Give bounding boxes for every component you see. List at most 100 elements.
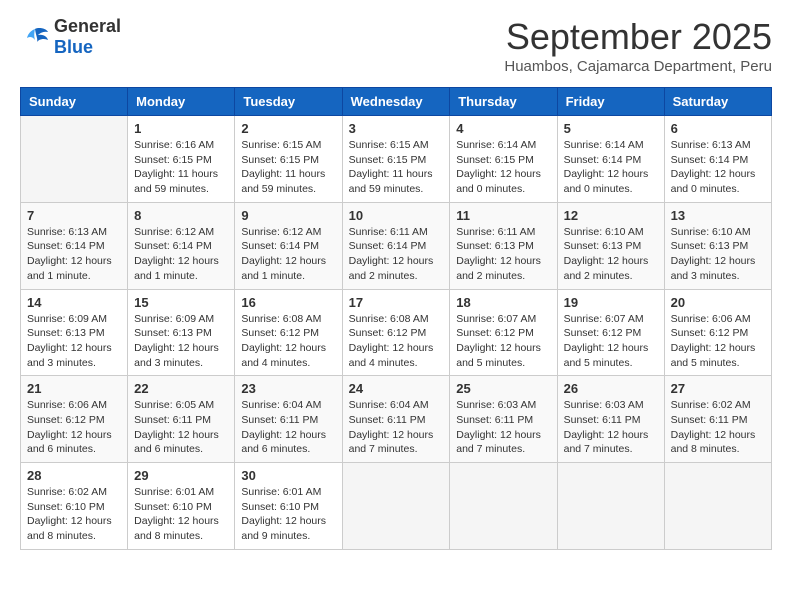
table-row: 29 Sunrise: 6:01 AMSunset: 6:10 PMDayligh…: [128, 463, 235, 550]
day-number: 14: [27, 295, 121, 310]
table-row: [450, 463, 557, 550]
day-info: Sunrise: 6:01 AMSunset: 6:10 PMDaylight:…: [241, 485, 335, 544]
table-row: 4 Sunrise: 6:14 AMSunset: 6:15 PMDaylight…: [450, 116, 557, 203]
day-number: 20: [671, 295, 765, 310]
day-info: Sunrise: 6:03 AMSunset: 6:11 PMDaylight:…: [456, 398, 550, 457]
day-number: 12: [564, 208, 658, 223]
header-tuesday: Tuesday: [235, 88, 342, 116]
day-info: Sunrise: 6:09 AMSunset: 6:13 PMDaylight:…: [27, 312, 121, 371]
day-info: Sunrise: 6:02 AMSunset: 6:11 PMDaylight:…: [671, 398, 765, 457]
day-info: Sunrise: 6:13 AMSunset: 6:14 PMDaylight:…: [671, 138, 765, 197]
day-number: 19: [564, 295, 658, 310]
logo-icon: [20, 25, 50, 49]
table-row: 5 Sunrise: 6:14 AMSunset: 6:14 PMDaylight…: [557, 116, 664, 203]
day-number: 6: [671, 121, 765, 136]
calendar-week-row: 14 Sunrise: 6:09 AMSunset: 6:13 PMDayligh…: [21, 289, 772, 376]
day-info: Sunrise: 6:15 AMSunset: 6:15 PMDaylight:…: [241, 138, 335, 197]
table-row: 3 Sunrise: 6:15 AMSunset: 6:15 PMDaylight…: [342, 116, 450, 203]
calendar-week-row: 21 Sunrise: 6:06 AMSunset: 6:12 PMDayligh…: [21, 376, 772, 463]
table-row: 28 Sunrise: 6:02 AMSunset: 6:10 PMDayligh…: [21, 463, 128, 550]
day-number: 24: [349, 381, 444, 396]
table-row: 15 Sunrise: 6:09 AMSunset: 6:13 PMDayligh…: [128, 289, 235, 376]
day-info: Sunrise: 6:12 AMSunset: 6:14 PMDaylight:…: [134, 225, 228, 284]
day-number: 9: [241, 208, 335, 223]
day-info: Sunrise: 6:04 AMSunset: 6:11 PMDaylight:…: [349, 398, 444, 457]
day-number: 1: [134, 121, 228, 136]
day-info: Sunrise: 6:05 AMSunset: 6:11 PMDaylight:…: [134, 398, 228, 457]
page-header: General Blue September 2025 Huambos, Caj…: [20, 16, 772, 75]
day-number: 2: [241, 121, 335, 136]
header-wednesday: Wednesday: [342, 88, 450, 116]
logo-text-general: General: [54, 16, 121, 36]
calendar-week-row: 1 Sunrise: 6:16 AMSunset: 6:15 PMDaylight…: [21, 116, 772, 203]
day-number: 29: [134, 468, 228, 483]
day-number: 7: [27, 208, 121, 223]
day-info: Sunrise: 6:16 AMSunset: 6:15 PMDaylight:…: [134, 138, 228, 197]
day-info: Sunrise: 6:14 AMSunset: 6:15 PMDaylight:…: [456, 138, 550, 197]
day-info: Sunrise: 6:14 AMSunset: 6:14 PMDaylight:…: [564, 138, 658, 197]
header-saturday: Saturday: [664, 88, 771, 116]
header-sunday: Sunday: [21, 88, 128, 116]
day-info: Sunrise: 6:07 AMSunset: 6:12 PMDaylight:…: [564, 312, 658, 371]
day-number: 25: [456, 381, 550, 396]
table-row: 1 Sunrise: 6:16 AMSunset: 6:15 PMDaylight…: [128, 116, 235, 203]
day-number: 5: [564, 121, 658, 136]
day-number: 22: [134, 381, 228, 396]
day-info: Sunrise: 6:12 AMSunset: 6:14 PMDaylight:…: [241, 225, 335, 284]
table-row: 25 Sunrise: 6:03 AMSunset: 6:11 PMDayligh…: [450, 376, 557, 463]
day-info: Sunrise: 6:06 AMSunset: 6:12 PMDaylight:…: [671, 312, 765, 371]
day-info: Sunrise: 6:15 AMSunset: 6:15 PMDaylight:…: [349, 138, 444, 197]
header-thursday: Thursday: [450, 88, 557, 116]
calendar-table: Sunday Monday Tuesday Wednesday Thursday…: [20, 87, 772, 550]
day-info: Sunrise: 6:11 AMSunset: 6:13 PMDaylight:…: [456, 225, 550, 284]
table-row: [557, 463, 664, 550]
day-number: 16: [241, 295, 335, 310]
day-number: 4: [456, 121, 550, 136]
header-friday: Friday: [557, 88, 664, 116]
day-number: 17: [349, 295, 444, 310]
table-row: [342, 463, 450, 550]
day-info: Sunrise: 6:10 AMSunset: 6:13 PMDaylight:…: [671, 225, 765, 284]
day-number: 30: [241, 468, 335, 483]
day-info: Sunrise: 6:04 AMSunset: 6:11 PMDaylight:…: [241, 398, 335, 457]
day-number: 21: [27, 381, 121, 396]
table-row: 12 Sunrise: 6:10 AMSunset: 6:13 PMDayligh…: [557, 202, 664, 289]
table-row: 10Sunrise: 6:11 AMSunset: 6:14 PMDayligh…: [342, 202, 450, 289]
day-number: 15: [134, 295, 228, 310]
day-info: Sunrise: 6:10 AMSunset: 6:13 PMDaylight:…: [564, 225, 658, 284]
table-row: 27 Sunrise: 6:02 AMSunset: 6:11 PMDayligh…: [664, 376, 771, 463]
day-info: Sunrise: 6:11 AMSunset: 6:14 PMDaylight:…: [349, 225, 444, 284]
calendar-week-row: 7 Sunrise: 6:13 AMSunset: 6:14 PMDaylight…: [21, 202, 772, 289]
page-title: September 2025: [504, 16, 772, 58]
table-row: 19 Sunrise: 6:07 AMSunset: 6:12 PMDayligh…: [557, 289, 664, 376]
table-row: 24 Sunrise: 6:04 AMSunset: 6:11 PMDayligh…: [342, 376, 450, 463]
day-info: Sunrise: 6:02 AMSunset: 6:10 PMDaylight:…: [27, 485, 121, 544]
page-subtitle: Huambos, Cajamarca Department, Peru: [504, 58, 772, 75]
day-info: Sunrise: 6:09 AMSunset: 6:13 PMDaylight:…: [134, 312, 228, 371]
table-row: 20 Sunrise: 6:06 AMSunset: 6:12 PMDayligh…: [664, 289, 771, 376]
title-area: September 2025 Huambos, Cajamarca Depart…: [504, 16, 772, 75]
table-row: 13 Sunrise: 6:10 AMSunset: 6:13 PMDayligh…: [664, 202, 771, 289]
day-number: 28: [27, 468, 121, 483]
table-row: 6 Sunrise: 6:13 AMSunset: 6:14 PMDaylight…: [664, 116, 771, 203]
table-row: 9 Sunrise: 6:12 AMSunset: 6:14 PMDaylight…: [235, 202, 342, 289]
table-row: 7 Sunrise: 6:13 AMSunset: 6:14 PMDaylight…: [21, 202, 128, 289]
day-number: 23: [241, 381, 335, 396]
table-row: [21, 116, 128, 203]
day-info: Sunrise: 6:13 AMSunset: 6:14 PMDaylight:…: [27, 225, 121, 284]
table-row: 30 Sunrise: 6:01 AMSunset: 6:10 PMDayligh…: [235, 463, 342, 550]
logo: General Blue: [20, 16, 121, 58]
table-row: 26Sunrise: 6:03 AMSunset: 6:11 PMDayligh…: [557, 376, 664, 463]
day-number: 18: [456, 295, 550, 310]
day-number: 27: [671, 381, 765, 396]
day-info: Sunrise: 6:01 AMSunset: 6:10 PMDaylight:…: [134, 485, 228, 544]
day-number: 13: [671, 208, 765, 223]
calendar-header-row: Sunday Monday Tuesday Wednesday Thursday…: [21, 88, 772, 116]
table-row: 23 Sunrise: 6:04 AMSunset: 6:11 PMDayligh…: [235, 376, 342, 463]
logo-text-blue: Blue: [54, 37, 93, 57]
table-row: 18Sunrise: 6:07 AMSunset: 6:12 PMDayligh…: [450, 289, 557, 376]
day-info: Sunrise: 6:06 AMSunset: 6:12 PMDaylight:…: [27, 398, 121, 457]
calendar-week-row: 28 Sunrise: 6:02 AMSunset: 6:10 PMDayligh…: [21, 463, 772, 550]
day-number: 3: [349, 121, 444, 136]
table-row: 16Sunrise: 6:08 AMSunset: 6:12 PMDayligh…: [235, 289, 342, 376]
